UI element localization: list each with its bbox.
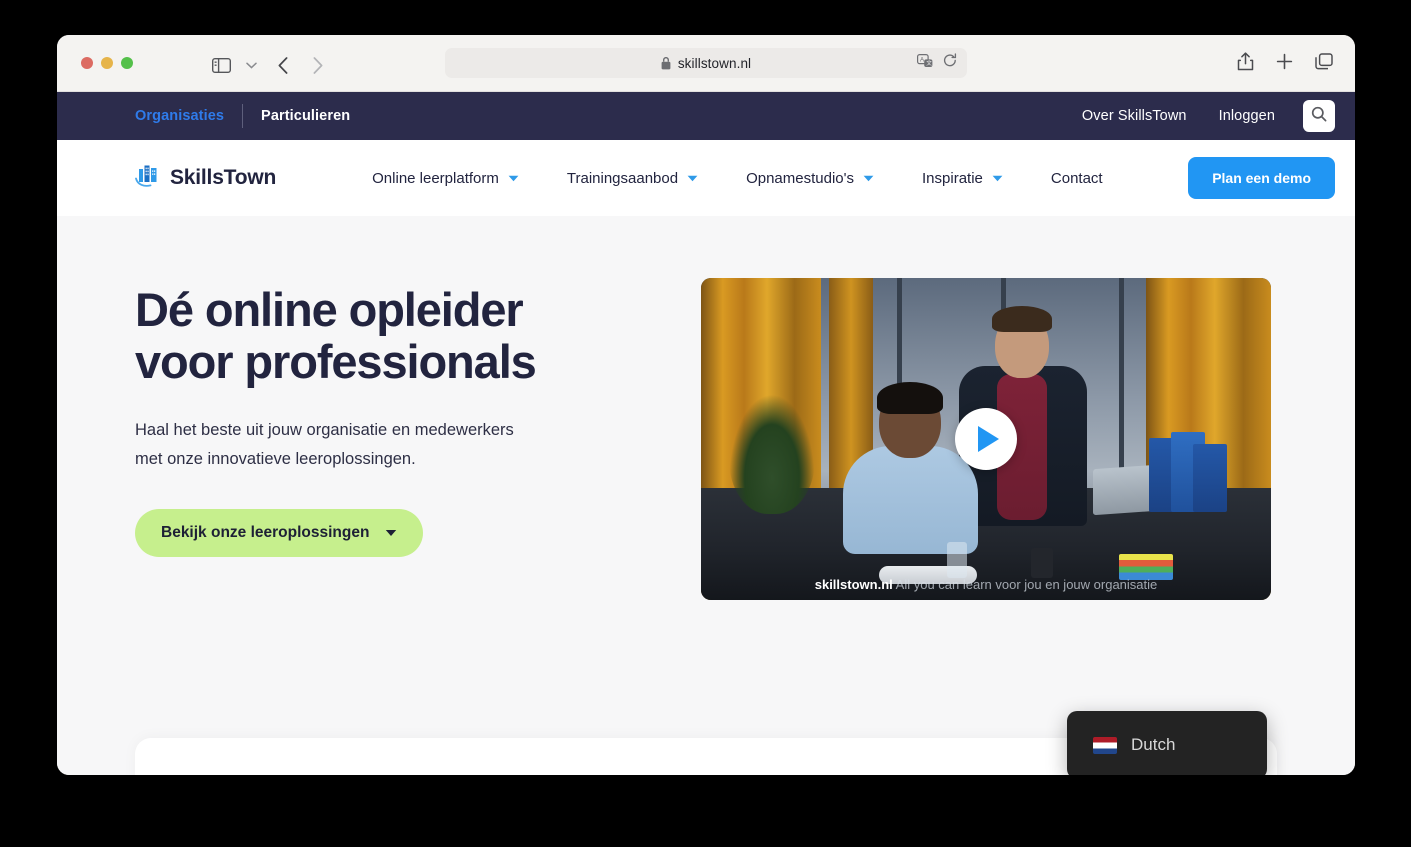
mug: [1031, 548, 1053, 578]
bekijk-leeroplossingen-button[interactable]: Bekijk onze leeroplossingen: [135, 509, 424, 558]
search-icon: [1311, 106, 1327, 127]
utility-bar: Organisaties Particulieren Over SkillsTo…: [57, 92, 1355, 140]
nav-item-online-leerplatform[interactable]: Online leerplatform: [348, 170, 543, 187]
main-navigation: SkillsTown Online leerplatform Trainings…: [57, 140, 1355, 216]
url-text: skillstown.nl: [677, 55, 752, 71]
plus-icon[interactable]: [1276, 53, 1293, 75]
skillstown-logo-icon: [135, 163, 162, 194]
nav-label: Contact: [1050, 169, 1103, 187]
chevron-down-icon: [687, 175, 698, 182]
nav-item-contact[interactable]: Contact: [1027, 170, 1127, 187]
chevron-down-icon: [508, 175, 519, 182]
hero-section: Dé online opleider voor professionals Ha…: [57, 216, 1355, 600]
utility-right-links: Over SkillsTown Inloggen: [1066, 100, 1335, 132]
utility-link-over-skillstown[interactable]: Over SkillsTown: [1066, 108, 1203, 124]
window-mullion: [1119, 278, 1124, 488]
screenshot-root: skillstown.nl A 文 Organisaties Particuli…: [0, 0, 1411, 847]
chevron-down-icon: [385, 529, 397, 537]
translate-icon[interactable]: A 文: [917, 53, 933, 73]
brand-name: SkillsTown: [170, 166, 277, 189]
tab-overview-icon[interactable]: [1315, 53, 1333, 75]
video-caption-text: All you can learn voor jou en jouw organ…: [895, 577, 1158, 592]
hero-button-label: Bekijk onze leeroplossingen: [161, 524, 370, 542]
hero-subtitle: Haal het beste uit jouw organisatie en m…: [135, 416, 585, 473]
nav-items: Online leerplatform Trainingsaanbod Opna…: [348, 170, 1126, 187]
video-caption-brand: skillstown.nl: [814, 577, 893, 592]
hero-video-player[interactable]: skillstown.nl All you can learn voor jou…: [701, 278, 1271, 600]
maximize-window-button[interactable]: [121, 57, 133, 69]
nav-label: Inspiratie: [922, 169, 983, 187]
address-bar-actions: A 文: [917, 48, 957, 78]
nav-label: Online leerplatform: [372, 169, 499, 187]
svg-text:文: 文: [926, 59, 932, 67]
audience-switcher: Organisaties Particulieren: [135, 104, 368, 128]
glass: [947, 542, 967, 578]
video-caption: skillstown.nl All you can learn voor jou…: [701, 577, 1271, 592]
hero-title: Dé online opleider voor professionals: [135, 283, 655, 389]
hero-subtitle-line-2: met onze innovatieve leeroplossingen.: [135, 449, 416, 468]
nav-label: Trainingsaanbod: [566, 169, 679, 187]
play-button[interactable]: [955, 408, 1017, 470]
page-viewport: Organisaties Particulieren Over SkillsTo…: [57, 92, 1355, 775]
language-selector-widget[interactable]: Dutch: [1067, 711, 1267, 775]
utility-link-inloggen[interactable]: Inloggen: [1203, 108, 1291, 124]
share-icon[interactable]: [1237, 52, 1254, 76]
toolbar-actions: [1237, 52, 1333, 76]
brand-logo[interactable]: SkillsTown: [135, 163, 276, 194]
nav-item-inspiratie[interactable]: Inspiratie: [898, 170, 1027, 187]
browser-toolbar: skillstown.nl A 文: [57, 35, 1355, 92]
nav-label: Opnamestudio's: [746, 169, 855, 187]
language-label: Dutch: [1131, 735, 1176, 754]
chevron-down-icon: [992, 175, 1003, 182]
nav-item-trainingsaanbod[interactable]: Trainingsaanbod: [543, 170, 722, 187]
address-bar[interactable]: skillstown.nl A 文: [445, 48, 967, 78]
back-arrow-icon[interactable]: [271, 53, 295, 77]
chevron-down-icon: [863, 175, 874, 182]
reload-icon[interactable]: [943, 53, 957, 73]
binder: [1193, 444, 1227, 512]
lock-icon: [661, 56, 671, 70]
window-controls: [81, 57, 133, 69]
browser-window: skillstown.nl A 文 Organisaties Particuli…: [57, 35, 1355, 775]
dutch-flag-icon: [1093, 736, 1117, 754]
search-button[interactable]: [1303, 100, 1335, 132]
hero-title-line-2: voor professionals: [135, 335, 537, 389]
chevron-down-icon[interactable]: [239, 53, 263, 77]
person-seated: [843, 382, 978, 554]
play-icon: [978, 426, 999, 452]
hero-subtitle-line-1: Haal het beste uit jouw organisatie en m…: [135, 421, 514, 440]
nav-item-opnamestudios[interactable]: Opnamestudio's: [722, 170, 898, 187]
plan-demo-button[interactable]: Plan een demo: [1188, 157, 1335, 199]
utility-link-particulieren[interactable]: Particulieren: [243, 108, 368, 124]
close-window-button[interactable]: [81, 57, 93, 69]
forward-arrow-icon[interactable]: [306, 53, 330, 77]
minimize-window-button[interactable]: [101, 57, 113, 69]
utility-link-organisaties[interactable]: Organisaties: [135, 108, 242, 124]
hero-content: Dé online opleider voor professionals Ha…: [135, 278, 655, 600]
hero-title-line-1: Dé online opleider: [135, 283, 524, 336]
sidebar-toggle-icon[interactable]: [209, 53, 233, 77]
